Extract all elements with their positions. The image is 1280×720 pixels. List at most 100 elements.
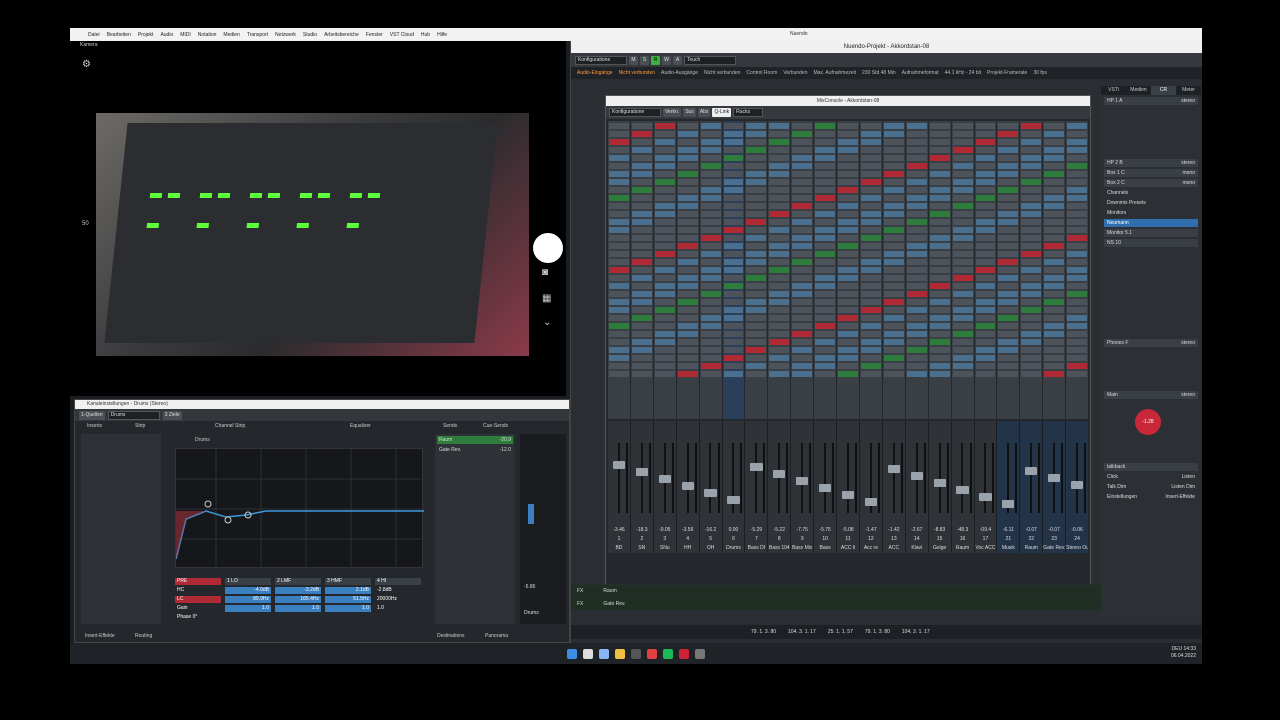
rack-strip[interactable] (837, 121, 859, 419)
rack-slot[interactable] (677, 283, 698, 289)
rack-slot[interactable] (952, 147, 973, 153)
rack-slot[interactable] (677, 171, 698, 177)
rack-slot[interactable] (677, 131, 698, 137)
rack-slot[interactable] (792, 315, 813, 321)
rack-slot[interactable] (883, 363, 904, 369)
rack-slot[interactable] (998, 147, 1019, 153)
tab-vsti[interactable]: VSTi (1101, 86, 1126, 95)
rack-slot[interactable] (860, 211, 881, 217)
rack-slot[interactable] (975, 323, 996, 329)
channel-name[interactable]: Raum (1020, 545, 1042, 551)
rack-slot[interactable] (883, 243, 904, 249)
rack-slot[interactable] (700, 171, 721, 177)
rack-slot[interactable] (998, 131, 1019, 137)
rack-slot[interactable] (883, 267, 904, 273)
rack-slot[interactable] (677, 291, 698, 297)
rack-slot[interactable] (929, 315, 950, 321)
rack-slot[interactable] (700, 315, 721, 321)
rack-slot[interactable] (631, 299, 652, 305)
rack-slot[interactable] (929, 123, 950, 129)
rack-slot[interactable] (792, 355, 813, 361)
mix-verkn-button[interactable]: Verkn. (663, 108, 682, 117)
rack-slot[interactable] (952, 323, 973, 329)
rack-strip[interactable] (859, 121, 882, 419)
channel-name[interactable]: Raum (952, 545, 974, 551)
rack-slot[interactable] (769, 355, 790, 361)
rack-slot[interactable] (906, 275, 927, 281)
rack-slot[interactable] (998, 195, 1019, 201)
rack-slot[interactable] (952, 371, 973, 377)
rack-slot[interactable] (677, 139, 698, 145)
rack-slot[interactable] (860, 363, 881, 369)
channel-volume-value[interactable]: -0.05 (654, 527, 676, 533)
rack-slot[interactable] (998, 243, 1019, 249)
rack-slot[interactable] (838, 179, 858, 185)
rack-slot[interactable] (975, 227, 996, 233)
rack-slot[interactable] (1021, 355, 1042, 361)
rack-slot[interactable] (815, 339, 836, 345)
rack-slot[interactable] (769, 163, 790, 169)
rack-slot[interactable] (700, 299, 721, 305)
rack-slot[interactable] (654, 219, 675, 225)
rack-slot[interactable] (631, 347, 652, 353)
rack-strip[interactable] (653, 121, 676, 419)
rack-slot[interactable] (1021, 339, 1042, 345)
rack-slot[interactable] (1067, 235, 1088, 241)
rack-slot[interactable] (723, 283, 744, 289)
rack-slot[interactable] (952, 259, 973, 265)
tab-settings[interactable]: Einstellungen (1107, 493, 1137, 501)
rack-slot[interactable] (975, 243, 996, 249)
rack-slot[interactable] (746, 219, 767, 225)
rack-slot[interactable] (609, 363, 629, 369)
menu-midi[interactable]: MIDI (180, 32, 191, 38)
section-equalizer[interactable]: Equalizer (350, 423, 371, 429)
rack-slot[interactable] (952, 211, 973, 217)
rack-slot[interactable] (723, 187, 744, 193)
rack-slot[interactable] (609, 307, 629, 313)
rack-slot[interactable] (792, 347, 813, 353)
rack-slot[interactable] (1044, 147, 1065, 153)
rack-slot[interactable] (838, 323, 858, 329)
rack-slot[interactable] (700, 179, 721, 185)
rack-slot[interactable] (677, 347, 698, 353)
rack-slot[interactable] (860, 315, 881, 321)
rack-slot[interactable] (998, 187, 1019, 193)
rack-slot[interactable] (906, 203, 927, 209)
rack-slot[interactable] (883, 163, 904, 169)
rack-slot[interactable] (906, 251, 927, 257)
rack-slot[interactable] (609, 179, 629, 185)
rack-slot[interactable] (838, 123, 858, 129)
rack-slot[interactable] (975, 123, 996, 129)
rack-slot[interactable] (975, 235, 996, 241)
rack-slot[interactable] (792, 203, 813, 209)
rack-slot[interactable] (700, 331, 721, 337)
rack-slot[interactable] (700, 187, 721, 193)
channel-fader[interactable] (818, 484, 832, 492)
rack-slot[interactable] (654, 291, 675, 297)
rack-slot[interactable] (769, 259, 790, 265)
rack-slot[interactable] (906, 283, 927, 289)
rack-strip[interactable] (608, 121, 630, 419)
rack-slot[interactable] (700, 307, 721, 313)
rack-strip[interactable] (1020, 121, 1043, 419)
rack-slot[interactable] (1044, 187, 1065, 193)
rack-slot[interactable] (631, 195, 652, 201)
rack-slot[interactable] (838, 163, 858, 169)
rack-slot[interactable] (792, 307, 813, 313)
channel-volume-value[interactable]: -2.67 (906, 527, 928, 533)
rack-slot[interactable] (883, 179, 904, 185)
rack-slot[interactable] (998, 323, 1019, 329)
tab-media[interactable]: Medien (1126, 86, 1151, 95)
rack-slot[interactable] (1067, 339, 1088, 345)
channel-name[interactable]: Bass (814, 545, 836, 551)
rack-slot[interactable] (929, 227, 950, 233)
channel-volume-value[interactable]: -1.42 (883, 527, 905, 533)
rack-slot[interactable] (815, 347, 836, 353)
rack-slot[interactable] (838, 363, 858, 369)
qlink-button[interactable]: Q-Link (712, 108, 732, 117)
channel-name[interactable]: Stereo Out (1066, 545, 1088, 551)
rack-slot[interactable] (792, 171, 813, 177)
cr-box1[interactable]: Box 1 C mono (1104, 169, 1198, 177)
eq-band-2-gain[interactable]: -3.2dB (275, 587, 321, 594)
rack-slot[interactable] (975, 163, 996, 169)
